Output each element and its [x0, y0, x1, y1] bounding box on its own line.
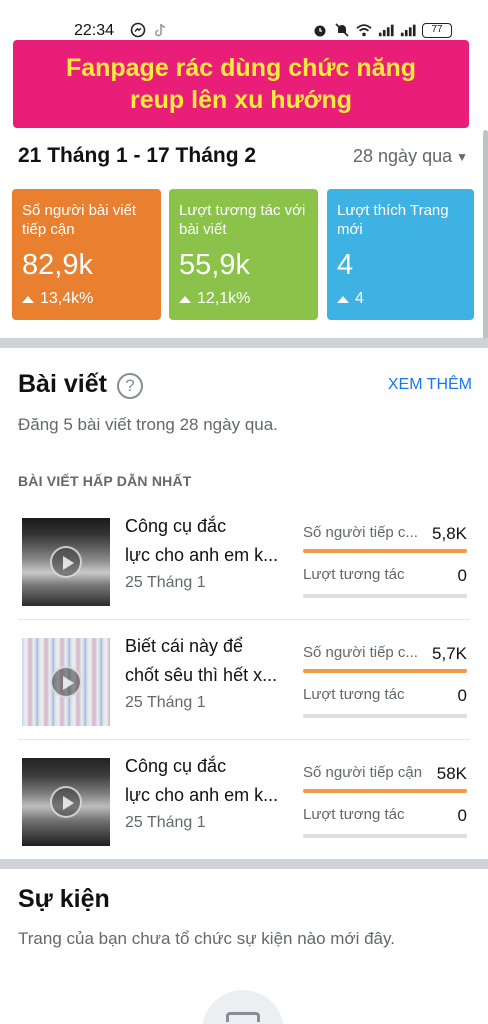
stat-card-value: 55,9k — [179, 249, 250, 281]
stat-card-new-likes[interactable]: Lượt thích Trang mới 4 4 — [327, 189, 474, 320]
metric-bar — [303, 669, 467, 673]
metric-bar — [303, 834, 467, 838]
post-title-line-1: Biết cái này để — [125, 636, 244, 656]
post-thumbnail[interactable] — [22, 638, 110, 726]
post-title: Công cụ đắc lực cho anh em k... — [125, 512, 287, 570]
metric-bar-fill — [303, 789, 467, 793]
stat-card-title: Lượt thích Trang mới — [337, 202, 449, 238]
stat-card-change-value: 12,1k% — [197, 290, 251, 307]
metric-value: 0 — [457, 566, 467, 585]
stat-card-change-value: 4 — [355, 290, 364, 307]
post-thumbnail[interactable] — [22, 758, 110, 846]
calendar-icon — [226, 1012, 260, 1022]
stat-card-value: 82,9k — [22, 249, 93, 281]
metric-value: 5,8K — [432, 524, 467, 543]
section-divider — [0, 859, 488, 869]
stat-card-reach[interactable]: Số người bài viết tiếp cận 82,9k 13,4k% — [12, 189, 161, 320]
metric-bar-fill — [303, 549, 467, 553]
post-row[interactable]: Công cụ đắc lực cho anh em k... 25 Tháng… — [0, 500, 488, 620]
post-thumbnail[interactable] — [22, 518, 110, 606]
posts-summary: Đăng 5 bài viết trong 28 ngày qua. — [18, 415, 278, 434]
calendar-button[interactable] — [202, 990, 284, 1024]
scrollbar[interactable] — [483, 130, 488, 340]
battery-icon: 77 — [422, 22, 452, 38]
posts-section-title: Bài viết — [18, 370, 107, 398]
post-date: 25 Tháng 1 — [125, 574, 206, 591]
metric-value: 0 — [457, 806, 467, 825]
overlay-caption-banner: Fanpage rác dùng chức năng reup lên xu h… — [13, 40, 469, 128]
post-title-line-1: Công cụ đắc — [125, 516, 227, 536]
help-icon[interactable]: ? — [117, 373, 143, 399]
stat-card-title: Lượt tương tác với bài viết — [179, 202, 306, 238]
stat-card-change: 13,4k% — [22, 290, 151, 308]
post-title-line-1: Công cụ đắc — [125, 756, 227, 776]
metric-label: Lượt tương tác — [303, 566, 405, 583]
stat-card-title: Số người bài viết tiếp cận — [22, 202, 137, 238]
events-section-title: Sự kiện — [18, 885, 110, 913]
post-title-line-2: chốt sêu thì hết x... — [125, 665, 278, 685]
wifi-icon — [356, 22, 372, 38]
period-dropdown[interactable]: 28 ngày qua ▼ — [353, 146, 468, 167]
stat-card-engagement[interactable]: Lượt tương tác với bài viết 55,9k 12,1k% — [169, 189, 318, 320]
period-dropdown-label: 28 ngày qua — [353, 146, 453, 166]
messenger-icon — [130, 22, 146, 38]
status-time: 22:34 — [74, 22, 115, 39]
post-title: Biết cái này để chốt sêu thì hết x... — [125, 632, 287, 690]
post-title-line-2: lực cho anh em k... — [125, 785, 279, 805]
play-icon — [50, 786, 82, 818]
metric-bar — [303, 594, 467, 598]
metric-value: 0 — [457, 686, 467, 705]
metric-bar-fill — [303, 669, 467, 673]
metric-bar — [303, 789, 467, 793]
metric-value: 58K — [436, 764, 467, 783]
metric-bar — [303, 549, 467, 553]
up-arrow-icon — [22, 295, 34, 303]
events-summary: Trang của bạn chưa tổ chức sự kiện nào m… — [18, 929, 395, 948]
metric-value: 5,7K — [432, 644, 467, 663]
post-date: 25 Tháng 1 — [125, 814, 206, 831]
post-row[interactable]: Biết cái này để chốt sêu thì hết x... 25… — [0, 620, 488, 740]
signal-icon-2 — [400, 22, 416, 38]
stat-card-change-value: 13,4k% — [40, 290, 94, 307]
post-title: Công cụ đắc lực cho anh em k... — [125, 752, 287, 810]
status-bar: 22:34 77 — [0, 0, 488, 44]
stat-cards: Số người bài viết tiếp cận 82,9k 13,4k% … — [12, 189, 476, 320]
up-arrow-icon — [179, 295, 191, 303]
metric-label: Lượt tương tác — [303, 686, 405, 703]
post-date: 25 Tháng 1 — [125, 694, 206, 711]
tiktok-icon — [152, 22, 168, 38]
play-icon — [50, 546, 82, 578]
up-arrow-icon — [337, 295, 349, 303]
top-posts-label: BÀI VIẾT HẤP DẪN NHẤT — [18, 473, 192, 489]
post-row[interactable]: Công cụ đắc lực cho anh em k... 25 Tháng… — [0, 740, 488, 860]
metric-label: Số người tiếp c... — [303, 644, 418, 661]
overlay-caption-line-1: Fanpage rác dùng chức năng — [65, 54, 417, 82]
status-right-icons: 77 — [312, 22, 452, 38]
section-divider — [0, 338, 488, 348]
metric-bar — [303, 714, 467, 718]
metric-label: Số người tiếp cận — [303, 764, 423, 781]
see-more-link[interactable]: XEM THÊM — [388, 376, 472, 394]
stat-card-change: 12,1k% — [179, 290, 308, 308]
stat-card-value: 4 — [337, 249, 354, 281]
stat-card-change: 4 — [337, 290, 464, 308]
mute-icon — [334, 22, 350, 38]
overlay-caption-line-2: reup lên xu hướng — [130, 86, 352, 114]
metric-label: Số người tiếp c... — [303, 524, 418, 541]
metric-label: Lượt tương tác — [303, 806, 405, 823]
play-icon — [50, 666, 82, 698]
signal-icon — [378, 22, 394, 38]
status-app-icons — [130, 22, 168, 38]
date-range-label: 21 Tháng 1 - 17 Tháng 2 — [18, 144, 257, 167]
alarm-icon — [312, 22, 328, 38]
chevron-down-icon: ▼ — [456, 149, 468, 164]
post-title-line-2: lực cho anh em k... — [125, 545, 279, 565]
